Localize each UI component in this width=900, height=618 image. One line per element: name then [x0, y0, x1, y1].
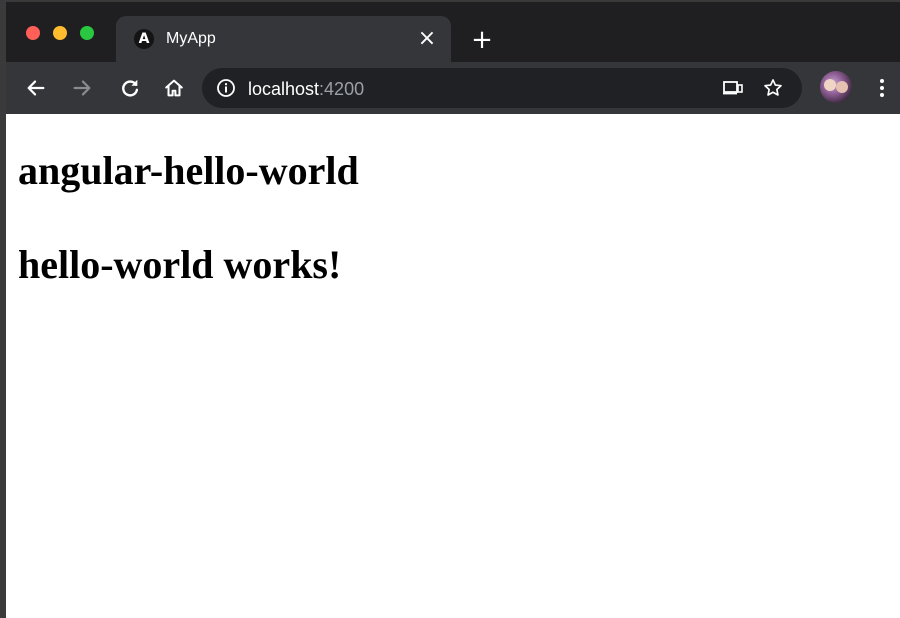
url-port: :4200 — [319, 79, 365, 99]
forward-button[interactable] — [68, 74, 96, 102]
profile-avatar[interactable] — [820, 71, 852, 103]
tab-title: MyApp — [166, 30, 216, 47]
close-window-button[interactable] — [26, 26, 40, 40]
url-text[interactable]: localhost:4200 — [248, 79, 364, 99]
home-button[interactable] — [160, 74, 188, 102]
browser-window: A MyApp × + localhost:4200 angular-hello… — [0, 0, 900, 618]
back-button[interactable] — [22, 74, 50, 102]
tab-strip: A MyApp × + — [6, 2, 900, 62]
close-tab-button[interactable]: × — [415, 26, 439, 51]
url-host: localhost — [248, 79, 320, 99]
app-heading: angular-hello-world — [18, 148, 359, 193]
more-vertical-icon[interactable] — [870, 76, 894, 100]
info-icon[interactable] — [216, 78, 236, 98]
arrow-left-icon — [27, 80, 45, 96]
bookmark-star-icon[interactable] — [762, 77, 784, 99]
minimize-window-button[interactable] — [53, 26, 67, 40]
arrow-right-icon — [73, 80, 91, 96]
reload-icon — [122, 79, 139, 97]
cast-icon[interactable] — [722, 78, 744, 98]
new-tab-button[interactable]: + — [468, 25, 496, 55]
address-bar[interactable]: localhost:4200 — [202, 68, 802, 108]
component-heading: hello-world works! — [18, 242, 342, 287]
tab-myapp[interactable]: A MyApp × — [116, 16, 451, 62]
zoom-window-button[interactable] — [80, 26, 94, 40]
browser-toolbar: localhost:4200 — [6, 62, 900, 114]
angular-favicon-icon: A — [134, 29, 154, 49]
home-icon — [165, 79, 183, 97]
reload-button[interactable] — [116, 74, 144, 102]
